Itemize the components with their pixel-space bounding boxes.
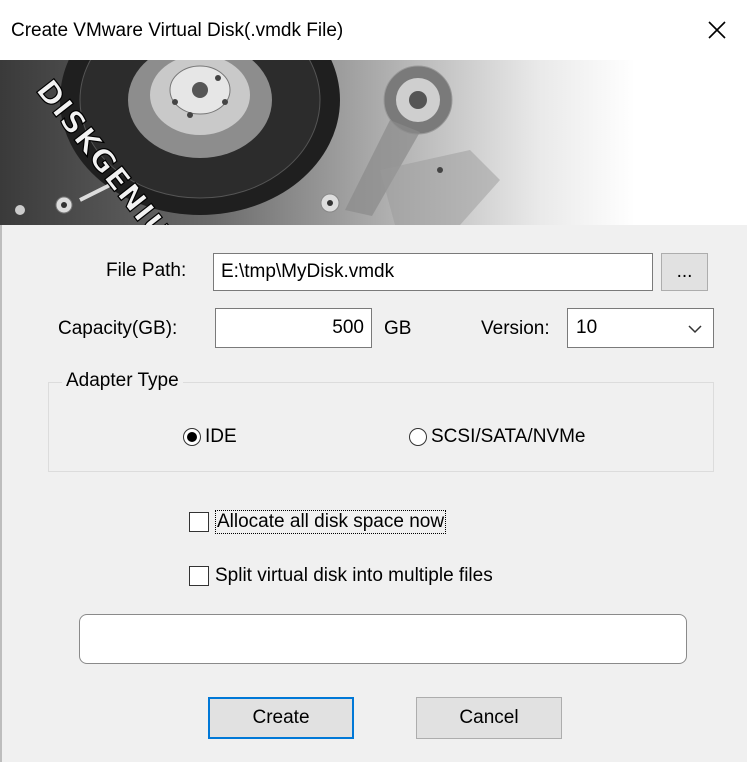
chevron-down-icon (688, 325, 702, 334)
banner-image: DISKGENIUS (0, 60, 747, 225)
file-path-value: E:\tmp\MyDisk.vmdk (221, 261, 395, 282)
close-button[interactable] (687, 0, 747, 60)
radio-button[interactable] (409, 428, 427, 446)
adapter-type-group (48, 382, 714, 472)
browse-button-label: ... (676, 261, 693, 282)
cancel-button-label: Cancel (459, 707, 519, 728)
radio-ide-label: IDE (205, 426, 237, 447)
split-checkbox[interactable] (189, 566, 209, 586)
close-icon (708, 21, 726, 39)
allocate-checkbox-row[interactable]: Allocate all disk space now (189, 510, 447, 534)
radio-scsi-sata-nvme[interactable]: SCSI/SATA/NVMe (409, 426, 586, 448)
hard-disk-illustration: DISKGENIUS (15, 60, 500, 225)
adapter-type-legend: Adapter Type (62, 370, 183, 392)
create-button-label: Create (252, 707, 310, 728)
allocate-checkbox[interactable] (189, 512, 209, 532)
left-border (0, 225, 2, 762)
cancel-button[interactable]: Cancel (416, 697, 562, 739)
allocate-label: Allocate all disk space now (215, 510, 447, 534)
split-label: Split virtual disk into multiple files (215, 565, 493, 586)
radio-selected-dot (187, 432, 197, 442)
version-value: 10 (576, 317, 598, 338)
capacity-value: 500 (332, 317, 364, 338)
capacity-label: Capacity(GB): (58, 318, 178, 339)
file-path-input[interactable]: E:\tmp\MyDisk.vmdk (213, 253, 653, 291)
capacity-input[interactable]: 500 (215, 308, 372, 348)
radio-scsi-sata-nvme-label: SCSI/SATA/NVMe (431, 426, 586, 447)
radio-ide[interactable]: IDE (183, 426, 237, 448)
radio-button[interactable] (183, 428, 201, 446)
version-select[interactable]: 10 (567, 308, 714, 348)
progress-bar (79, 614, 687, 664)
version-label: Version: (481, 318, 550, 339)
file-path-label: File Path: (106, 260, 187, 281)
browse-button[interactable]: ... (661, 253, 708, 291)
window-title: Create VMware Virtual Disk(.vmdk File) (11, 20, 344, 41)
capacity-unit-label: GB (384, 318, 412, 339)
create-button[interactable]: Create (208, 697, 354, 739)
title-bar: Create VMware Virtual Disk(.vmdk File) (0, 0, 747, 60)
split-checkbox-row[interactable]: Split virtual disk into multiple files (189, 565, 493, 587)
